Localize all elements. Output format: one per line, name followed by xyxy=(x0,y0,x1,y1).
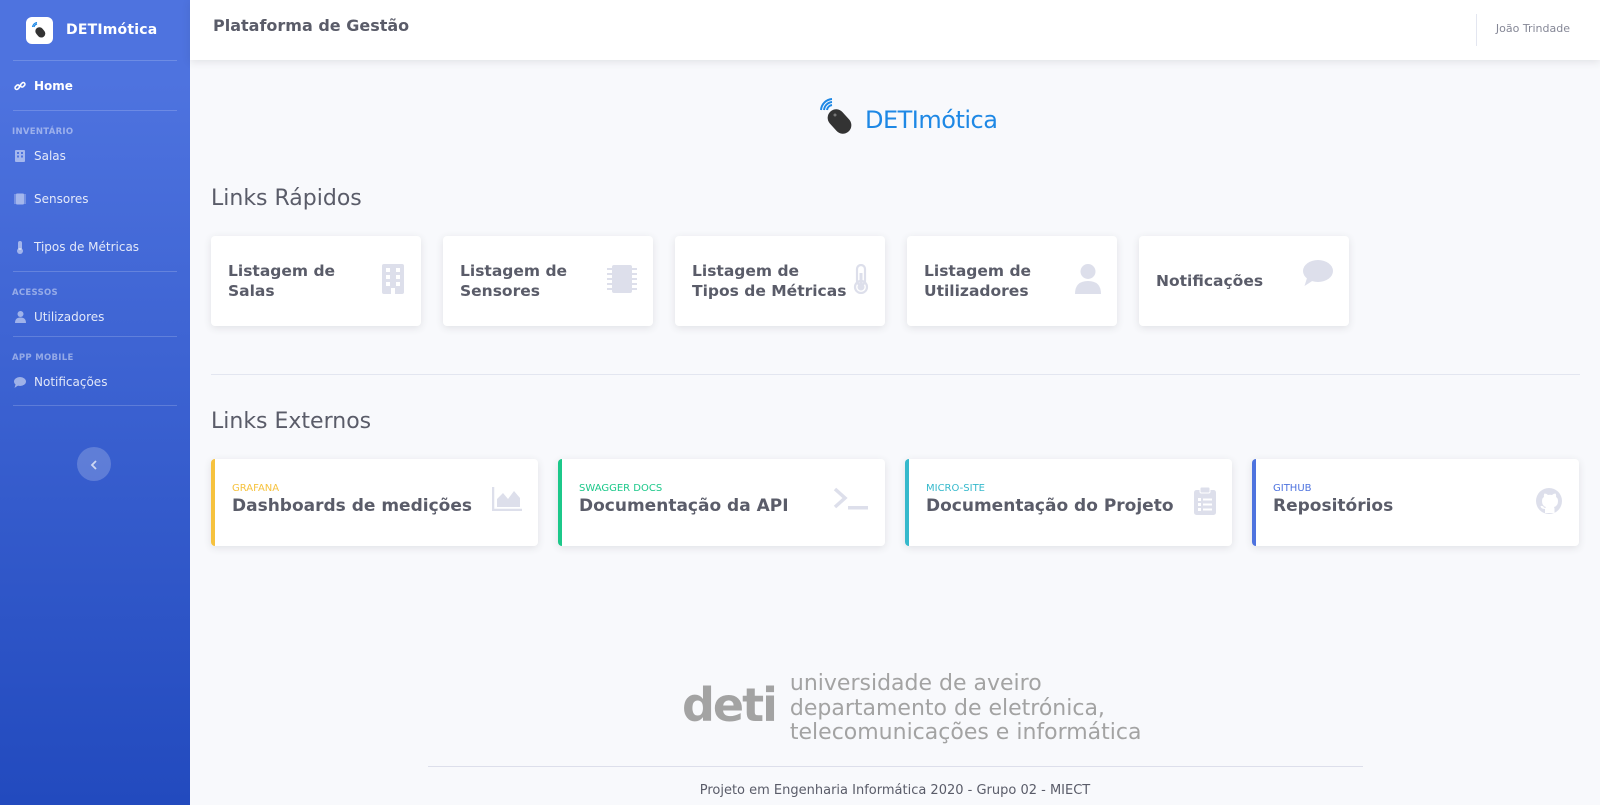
sidebar-item-label: Notificações xyxy=(34,375,108,389)
quick-link-line2: Sensores xyxy=(460,282,540,300)
sidebar-toggle-button[interactable] xyxy=(77,447,111,481)
thermometer-icon xyxy=(13,240,27,254)
deti-logo: deti universidade de aveiro departamento… xyxy=(682,671,1142,746)
external-link-label: Documentação do Projeto xyxy=(926,496,1174,516)
sidebar: DETImótica Home INVENTÁRIO Salas Sensore… xyxy=(0,0,190,805)
sidebar-divider xyxy=(13,405,177,406)
building-icon xyxy=(13,149,27,163)
footer-text: Projeto em Engenharia Informática 2020 -… xyxy=(699,783,1091,798)
sidebar-heading-acessos: ACESSOS xyxy=(12,288,58,298)
comment-icon xyxy=(1303,260,1333,290)
sidebar-item-sensores[interactable]: Sensores xyxy=(0,175,190,223)
deti-line-university: universidade de aveiro xyxy=(789,671,1042,696)
external-link-grafana[interactable]: GRAFANA Dashboards de medições xyxy=(211,459,538,546)
quick-link-label: Notificações xyxy=(1156,271,1263,291)
remote-sensor-icon xyxy=(817,98,859,142)
thermometer-icon xyxy=(853,263,869,298)
sidebar-item-label: Utilizadores xyxy=(34,310,105,324)
quick-link-line1: Notificações xyxy=(1156,272,1264,290)
microchip-icon xyxy=(607,264,637,298)
sidebar-heading-app-mobile: APP MOBILE xyxy=(12,353,74,363)
sidebar-item-label: Home xyxy=(34,78,73,93)
github-icon xyxy=(1535,487,1563,519)
microchip-icon xyxy=(13,192,27,206)
sidebar-item-tipos-metricas[interactable]: Tipos de Métricas xyxy=(0,223,190,271)
sidebar-heading-inventario: INVENTÁRIO xyxy=(12,127,74,137)
quick-link-salas[interactable]: Listagem de Salas xyxy=(211,236,421,326)
external-link-sub: GITHUB xyxy=(1273,483,1312,494)
comment-icon xyxy=(13,375,27,389)
quick-link-line1: Listagem de Salas xyxy=(228,262,336,300)
chevron-left-icon xyxy=(90,455,98,474)
external-link-github[interactable]: GITHUB Repositórios xyxy=(1252,459,1579,546)
external-link-microsite[interactable]: MICRO-SITE Documentação do Projeto xyxy=(905,459,1232,546)
main-logo: DETImótica xyxy=(817,98,998,142)
sidebar-item-label: Sensores xyxy=(34,192,89,206)
external-link-swagger[interactable]: SWAGGER DOCS Documentação da API xyxy=(558,459,885,546)
clipboard-icon xyxy=(1194,486,1216,519)
quick-link-line1: Listagem de xyxy=(692,262,800,280)
sidebar-brand[interactable]: DETImótica xyxy=(0,0,190,60)
external-link-label: Repositórios xyxy=(1273,496,1394,516)
user-menu[interactable]: João Trindade xyxy=(1496,22,1570,35)
deti-logo-mark: deti xyxy=(682,678,778,732)
quick-link-tipos-metricas[interactable]: Listagem de Tipos de Métricas xyxy=(675,236,885,326)
brand-logo-icon xyxy=(26,16,53,44)
external-link-sub: MICRO-SITE xyxy=(926,483,985,494)
deti-line-telecom: telecomunicações e informática xyxy=(789,720,1142,745)
quick-links-title: Links Rápidos xyxy=(211,186,362,211)
link-icon xyxy=(13,79,27,93)
sidebar-item-notificacoes[interactable]: Notificações xyxy=(0,363,190,401)
quick-link-label: Listagem de Salas xyxy=(228,261,381,301)
quick-link-line1: Listagem de xyxy=(924,262,1032,280)
terminal-icon xyxy=(833,487,869,515)
deti-line-department: departamento de eletrónica, xyxy=(789,695,1105,721)
page-title: Plataforma de Gestão xyxy=(213,16,410,35)
quick-link-label: Listagem de Tipos de Métricas xyxy=(692,261,846,301)
area-chart-icon xyxy=(491,487,522,515)
main-logo-text: DETImótica xyxy=(865,106,998,134)
quick-link-notificacoes[interactable]: Notificações xyxy=(1139,236,1349,326)
brand-name: DETImótica xyxy=(66,22,158,38)
sidebar-item-label: Tipos de Métricas xyxy=(34,240,140,254)
external-link-sub: GRAFANA xyxy=(232,483,280,494)
external-link-sub: SWAGGER DOCS xyxy=(579,483,663,494)
quick-link-line2: Utilizadores xyxy=(924,282,1029,300)
quick-link-utilizadores[interactable]: Listagem de Utilizadores xyxy=(907,236,1117,326)
sidebar-item-label: Salas xyxy=(34,149,66,163)
sidebar-item-salas[interactable]: Salas xyxy=(0,137,190,175)
topbar: Plataforma de Gestão João Trindade xyxy=(190,0,1600,60)
deti-logo-text: universidade de aveiro departamento de e… xyxy=(789,671,1142,746)
sidebar-item-utilizadores[interactable]: Utilizadores xyxy=(0,298,190,336)
external-links-title: Links Externos xyxy=(211,409,372,434)
quick-link-line2: Tipos de Métricas xyxy=(692,282,847,300)
footer-divider xyxy=(428,766,1363,767)
external-link-label: Dashboards de medições xyxy=(232,496,472,516)
sidebar-item-home[interactable]: Home xyxy=(0,61,190,110)
topbar-divider xyxy=(1476,14,1477,46)
quick-link-sensores[interactable]: Listagem de Sensores xyxy=(443,236,653,326)
user-icon xyxy=(13,310,27,324)
external-link-label: Documentação da API xyxy=(579,496,789,516)
quick-link-label: Listagem de Sensores xyxy=(460,261,567,301)
user-icon xyxy=(1075,264,1101,298)
building-icon xyxy=(381,264,405,298)
quick-link-label: Listagem de Utilizadores xyxy=(924,261,1031,301)
quick-link-line1: Listagem de xyxy=(460,262,568,280)
section-divider xyxy=(211,374,1580,375)
